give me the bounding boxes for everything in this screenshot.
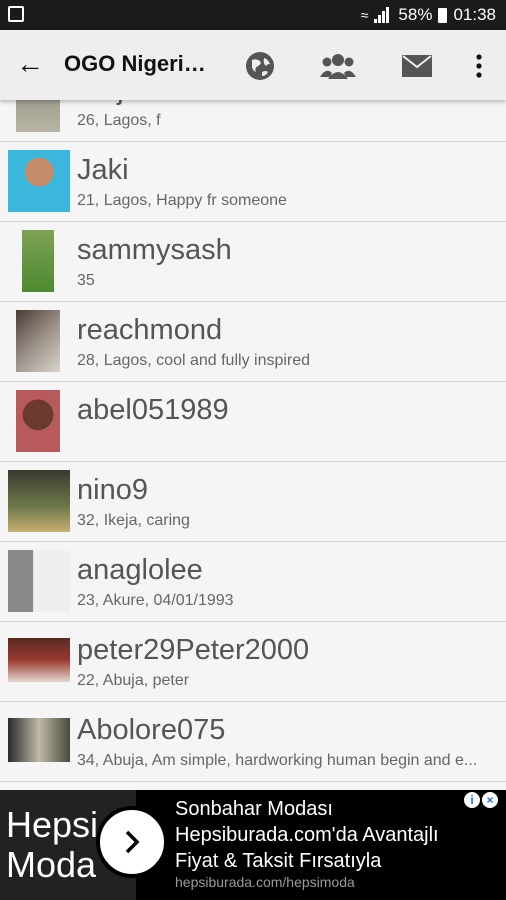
signal-icon <box>374 7 392 23</box>
avatar[interactable] <box>16 100 60 132</box>
user-info: 35 <box>77 272 95 289</box>
info-icon[interactable]: i <box>464 792 480 808</box>
gallery-notification-icon <box>8 6 24 22</box>
ad-url[interactable]: hepsiburada.com/hepsimoda <box>175 874 355 890</box>
list-item[interactable]: sammysash 35 <box>0 222 506 302</box>
status-bar: ≈ 58% 01:38 <box>0 0 506 30</box>
username: Abolore075 <box>77 714 226 746</box>
ad-brand-line1: Hepsi <box>6 804 99 845</box>
avatar[interactable] <box>16 390 60 452</box>
mail-icon[interactable] <box>399 48 435 84</box>
chevron-right-icon[interactable] <box>96 806 168 878</box>
user-info: 21, Lagos, Happy fr someone <box>77 192 287 209</box>
list-item[interactable]: nino9 32, Ikeja, caring <box>0 462 506 542</box>
page-title: OGO Nigeri… <box>64 51 206 76</box>
list-item[interactable]: mojane555 26, Lagos, f <box>0 100 506 142</box>
avatar[interactable] <box>8 470 70 532</box>
clock: 01:38 <box>453 5 496 24</box>
list-item[interactable]: abel051989 <box>0 382 506 462</box>
username: nino9 <box>77 474 148 506</box>
status-indicators: ≈ 58% 01:38 <box>361 5 496 25</box>
avatar[interactable] <box>8 638 70 682</box>
list-item[interactable]: peter29Peter2000 22, Abuja, peter <box>0 622 506 702</box>
username: peter29Peter2000 <box>77 634 310 666</box>
username: anaglolee <box>77 554 203 586</box>
username: reachmond <box>77 314 223 346</box>
battery-icon <box>438 7 448 23</box>
group-icon[interactable] <box>320 48 356 84</box>
list-item[interactable]: Abolore075 34, Abuja, Am simple, hardwor… <box>0 702 506 782</box>
user-info: 22, Abuja, peter <box>77 672 190 689</box>
avatar[interactable] <box>8 150 70 212</box>
ad-headline[interactable]: Sonbahar Modası <box>175 798 333 821</box>
more-vert-icon[interactable] <box>461 48 497 84</box>
avatar[interactable] <box>8 550 70 612</box>
username: sammysash <box>77 234 232 266</box>
banner-ad[interactable]: Hepsi Moda Sonbahar Modası Hepsiburada.c… <box>0 790 506 900</box>
ad-text-line3[interactable]: Fiyat & Taksit Fırsatıyla <box>175 850 381 873</box>
avatar[interactable] <box>8 718 70 762</box>
ad-text-line2[interactable]: Hepsiburada.com'da Avantajlı <box>175 824 439 847</box>
user-list[interactable]: mojane555 26, Lagos, f Jaki 21, Lagos, H… <box>0 100 506 790</box>
user-info: 32, Ikeja, caring <box>77 512 190 529</box>
list-item[interactable]: Jaki 21, Lagos, Happy fr someone <box>0 142 506 222</box>
user-info: 34, Abuja, Am simple, hardworking human … <box>77 752 478 769</box>
user-info: 23, Akure, 04/01/1993 <box>77 592 234 609</box>
ad-brand-line2: Moda <box>6 844 97 885</box>
list-item[interactable]: reachmond 28, Lagos, cool and fully insp… <box>0 302 506 382</box>
username: Jaki <box>77 154 129 186</box>
battery-percent: 58% <box>398 5 433 24</box>
username: abel051989 <box>77 394 229 426</box>
avatar[interactable] <box>22 230 54 292</box>
wifi-icon: ≈ <box>360 7 369 23</box>
list-item[interactable]: anaglolee 23, Akure, 04/01/1993 <box>0 542 506 622</box>
close-icon[interactable]: × <box>482 792 498 808</box>
app-toolbar: ← OGO Nigeri… <box>0 30 506 100</box>
ad-choices[interactable]: i × <box>464 792 498 808</box>
username: mojane555 <box>77 100 221 107</box>
back-arrow-icon[interactable]: ← <box>14 48 46 80</box>
globe-icon[interactable] <box>242 48 278 84</box>
avatar[interactable] <box>16 310 60 372</box>
user-info: 28, Lagos, cool and fully inspired <box>77 352 311 369</box>
user-info: 26, Lagos, f <box>77 112 161 129</box>
